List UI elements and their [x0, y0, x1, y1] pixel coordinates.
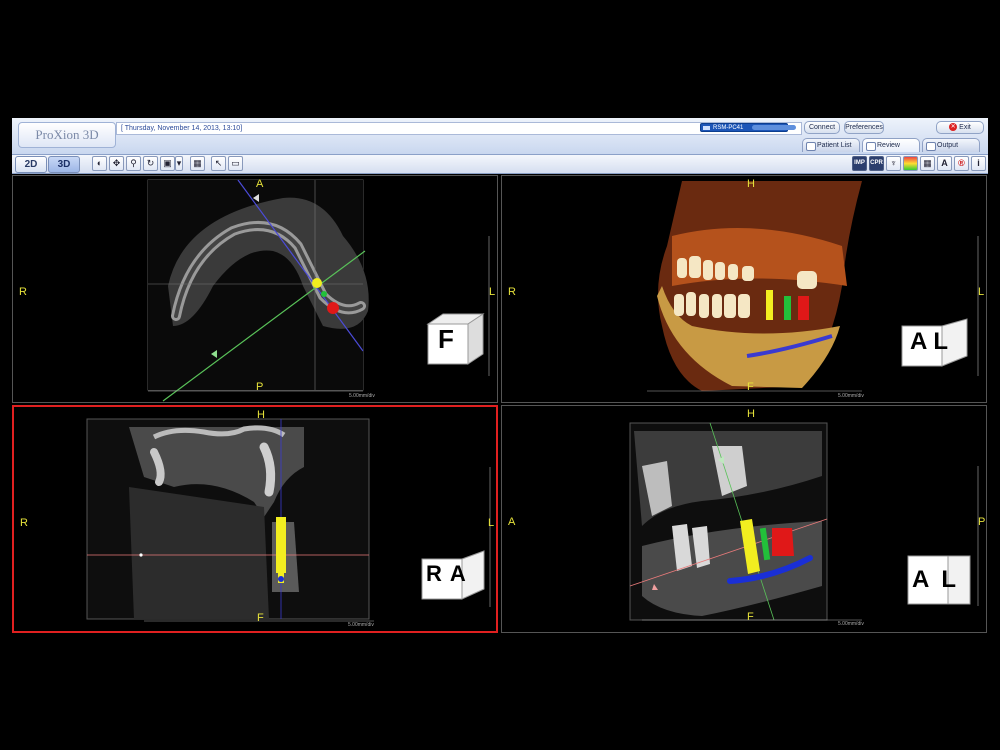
connection-slider[interactable]	[752, 125, 796, 130]
rotate-icon[interactable]: ↻	[143, 156, 158, 171]
colormap-icon[interactable]	[903, 156, 918, 171]
coronal-image	[86, 418, 491, 622]
axial-bottom-label: P	[256, 381, 264, 393]
tab-label: Patient List	[817, 142, 852, 149]
annotation-icon[interactable]: ▭	[228, 156, 243, 171]
computer-icon	[703, 126, 710, 130]
zoom-icon[interactable]: ⚲	[126, 156, 141, 171]
close-icon: ✕	[949, 123, 958, 132]
volume-render	[647, 181, 979, 392]
reset-icon[interactable]: ®	[954, 156, 969, 171]
sagittal-top-label: H	[747, 408, 755, 420]
volume-view[interactable]: H F R L 5.00mm/div AL	[501, 175, 987, 403]
volume-bottom-label: F	[747, 381, 754, 393]
tab-label: Output	[937, 142, 959, 149]
orientation-cube-volume[interactable]: AL	[910, 328, 954, 356]
pointer-icon[interactable]: ↖	[211, 156, 226, 171]
sagittal-view[interactable]: H F A P 5.00mm/div AL	[501, 405, 987, 633]
sagittal-left-label: A	[508, 516, 516, 528]
volume-top-label: H	[747, 178, 755, 190]
mode-2d-tab[interactable]: 2D	[15, 156, 47, 173]
sagittal-right-label: P	[978, 516, 986, 528]
imp-button[interactable]: IMP	[852, 156, 867, 171]
contrast-icon[interactable]: ◐	[92, 156, 107, 171]
printer-icon	[926, 142, 936, 151]
orientation-cube-axial[interactable]: F	[438, 324, 454, 355]
axial-top-label: A	[256, 178, 264, 190]
tab-output[interactable]: Output	[922, 138, 980, 152]
sagittal-bottom-label: F	[747, 611, 754, 623]
layout-grid-icon[interactable]: ▦	[920, 156, 935, 171]
app-logo: ProXion 3D	[18, 122, 116, 148]
coronal-right-label: L	[488, 517, 495, 529]
color-grid-icon[interactable]: ▦	[190, 156, 205, 171]
info-button[interactable]: i	[971, 156, 986, 171]
coronal-bottom-label: F	[257, 612, 264, 624]
a-button[interactable]: A	[937, 156, 952, 171]
volume-right-label: L	[978, 286, 985, 298]
orientation-cube-coronal[interactable]: RA	[426, 561, 474, 587]
tab-patient-list[interactable]: Patient List	[802, 138, 860, 152]
workstation-label: RSM-PC41	[713, 125, 744, 131]
volume-scale-label: 5.00mm/div	[838, 393, 864, 399]
axial-scale-label: 5.00mm/div	[349, 393, 375, 399]
preferences-button[interactable]: Preferences	[844, 121, 884, 134]
connect-button[interactable]: Connect	[804, 121, 840, 134]
orientation-cube-sagittal[interactable]: AL	[912, 566, 968, 594]
coronal-scale-label: 5.00mm/div	[348, 622, 374, 628]
tooth-icon[interactable]: ♆	[886, 156, 901, 171]
cpr-button[interactable]: CPR	[869, 156, 884, 171]
proxion-app: ProXion 3D [ Thursday, November 14, 2013…	[12, 118, 988, 633]
mode-3d-tab[interactable]: 3D	[48, 156, 80, 173]
exit-label: Exit	[959, 124, 971, 131]
axial-view[interactable]: A P R L 5.00mm/div F	[12, 175, 498, 403]
main-toolbar: 2D 3D ◐ ✥ ⚲ ↻ ▣ ▾ ▦ ↖ ▭ IMP CPR ♆ ▦ A ® …	[12, 155, 988, 174]
dropdown-arrow-icon[interactable]: ▾	[175, 156, 183, 171]
tab-review[interactable]: Review	[862, 138, 920, 152]
volume-left-label: R	[508, 286, 516, 298]
tab-label: Review	[877, 142, 900, 149]
sagittal-image	[629, 422, 979, 621]
exit-button[interactable]: ✕ Exit	[936, 121, 984, 134]
coronal-left-label: R	[20, 517, 28, 529]
axial-right-label: L	[489, 286, 496, 298]
axial-image	[147, 179, 490, 402]
patient-list-icon	[806, 142, 816, 151]
pan-icon[interactable]: ✥	[109, 156, 124, 171]
image-icon[interactable]: ▣	[160, 156, 175, 171]
axial-left-label: R	[19, 286, 27, 298]
title-bar: ProXion 3D [ Thursday, November 14, 2013…	[12, 118, 988, 155]
eye-icon	[866, 142, 876, 151]
sagittal-scale-label: 5.00mm/div	[838, 621, 864, 627]
coronal-view[interactable]: H F R L 5.00mm/div RA	[12, 405, 498, 633]
coronal-top-label: H	[257, 409, 265, 421]
